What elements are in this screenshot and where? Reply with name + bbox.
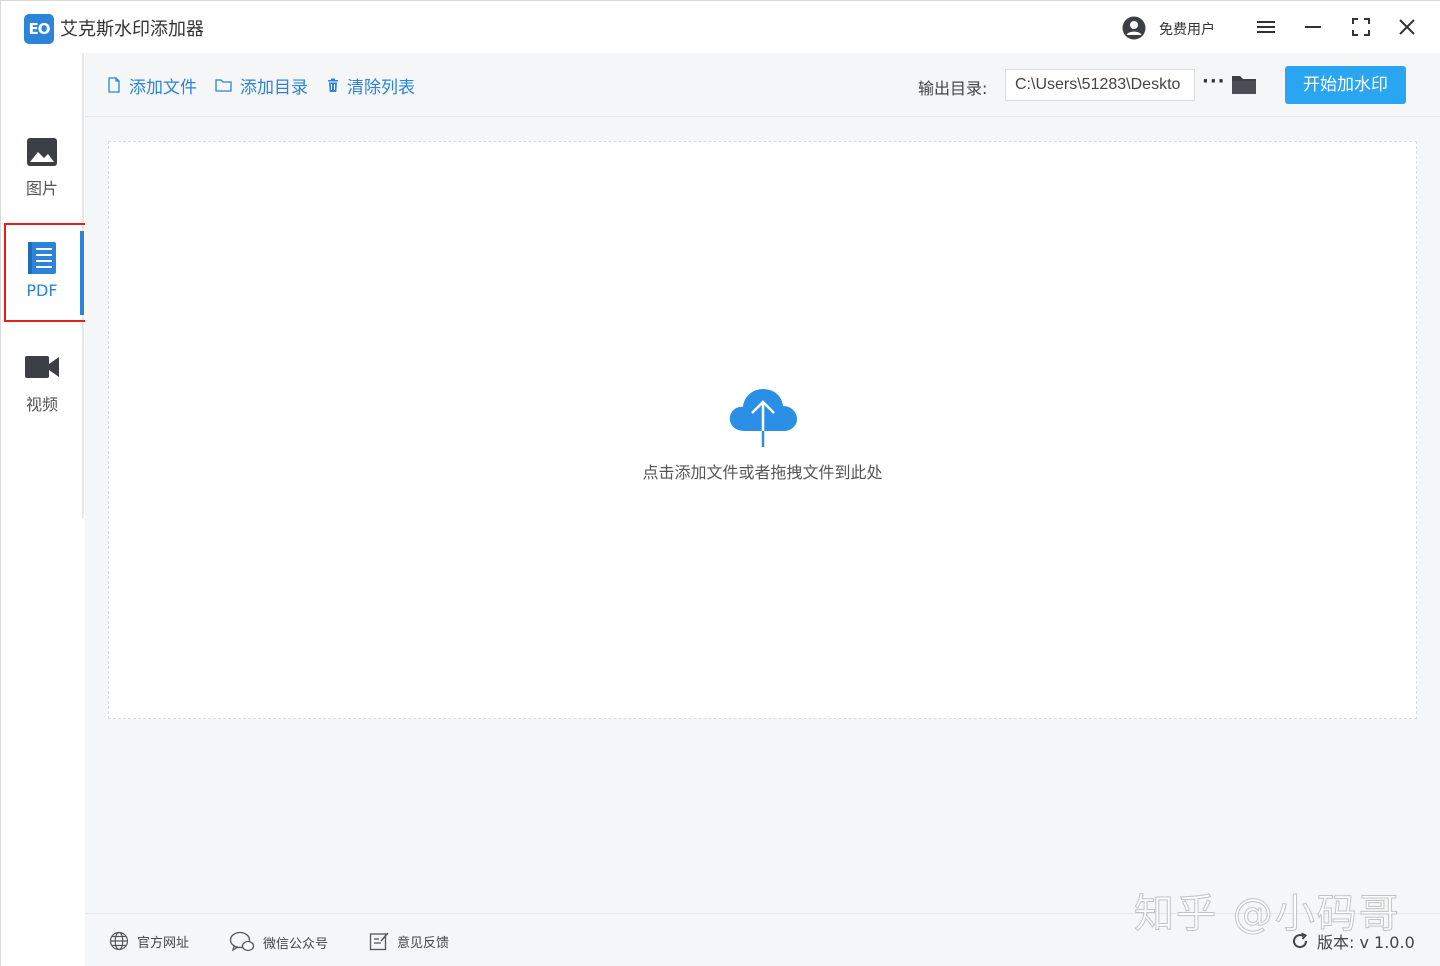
edit-note-icon [369,932,389,951]
title-bar: EO 艾克斯水印添加器 免费用户 [1,1,1440,53]
cloud-upload-icon [729,389,797,447]
add-file-label: 添加文件 [129,77,197,98]
sidebar-item-image[interactable]: 图片 [1,135,83,231]
close-icon [1399,19,1415,35]
drop-hint-text: 点击添加文件或者拖拽文件到此处 [642,463,883,482]
official-site-label: 官方网址 [137,935,190,951]
menu-button[interactable] [1252,13,1280,41]
app-title: 艾克斯水印添加器 [60,19,204,40]
minimize-button[interactable] [1299,13,1327,41]
file-icon [108,77,120,93]
globe-icon [109,931,129,951]
user-avatar-icon[interactable] [1122,16,1146,40]
wechat-label: 微信公众号 [263,936,329,952]
start-watermark-button[interactable]: 开始加水印 [1285,66,1406,104]
minimize-icon [1305,26,1321,28]
highlight-annotation-box [4,223,89,322]
image-icon [27,138,57,166]
maximize-button[interactable] [1347,13,1375,41]
sidebar-item-label: 图片 [25,179,58,198]
feedback-label: 意见反馈 [397,935,450,951]
folder-outline-icon [215,79,232,92]
trash-icon [328,78,338,92]
toolbar: 添加文件 添加目录 清除列表 输出目录: C:\Users\51283\Desk… [85,53,1440,117]
user-label[interactable]: 免费用户 [1159,19,1215,39]
video-camera-icon [25,356,59,378]
open-folder-icon[interactable] [1231,71,1257,97]
output-directory-label: 输出目录: [918,79,988,98]
sidebar-item-label: 视频 [25,395,58,414]
official-site-link[interactable]: 官方网址 [109,931,189,951]
browse-more-button[interactable]: ··· [1202,72,1226,96]
zhihu-watermark: 知乎 @小码哥 [1134,891,1401,938]
clear-list-label: 清除列表 [347,77,415,98]
app-window: EO 艾克斯水印添加器 免费用户 图片 PDF 视频 添加文件 添加目录 清除列… [0,0,1440,966]
add-directory-label: 添加目录 [240,77,308,98]
add-file-button[interactable]: 添加文件 [107,73,197,98]
app-logo: EO [24,14,54,44]
hamburger-menu-icon [1257,21,1275,33]
file-drop-zone[interactable]: 点击添加文件或者拖拽文件到此处 [108,141,1417,719]
wechat-icon [229,931,255,952]
fullscreen-icon [1352,18,1370,36]
add-directory-button[interactable]: 添加目录 [215,73,308,98]
feedback-link[interactable]: 意见反馈 [369,931,449,951]
output-directory-input[interactable]: C:\Users\51283\Deskto [1005,69,1195,101]
wechat-link[interactable]: 微信公众号 [229,931,328,953]
sidebar-item-video[interactable]: 视频 [1,351,83,447]
close-button[interactable] [1393,13,1421,41]
clear-list-button[interactable]: 清除列表 [327,73,415,98]
